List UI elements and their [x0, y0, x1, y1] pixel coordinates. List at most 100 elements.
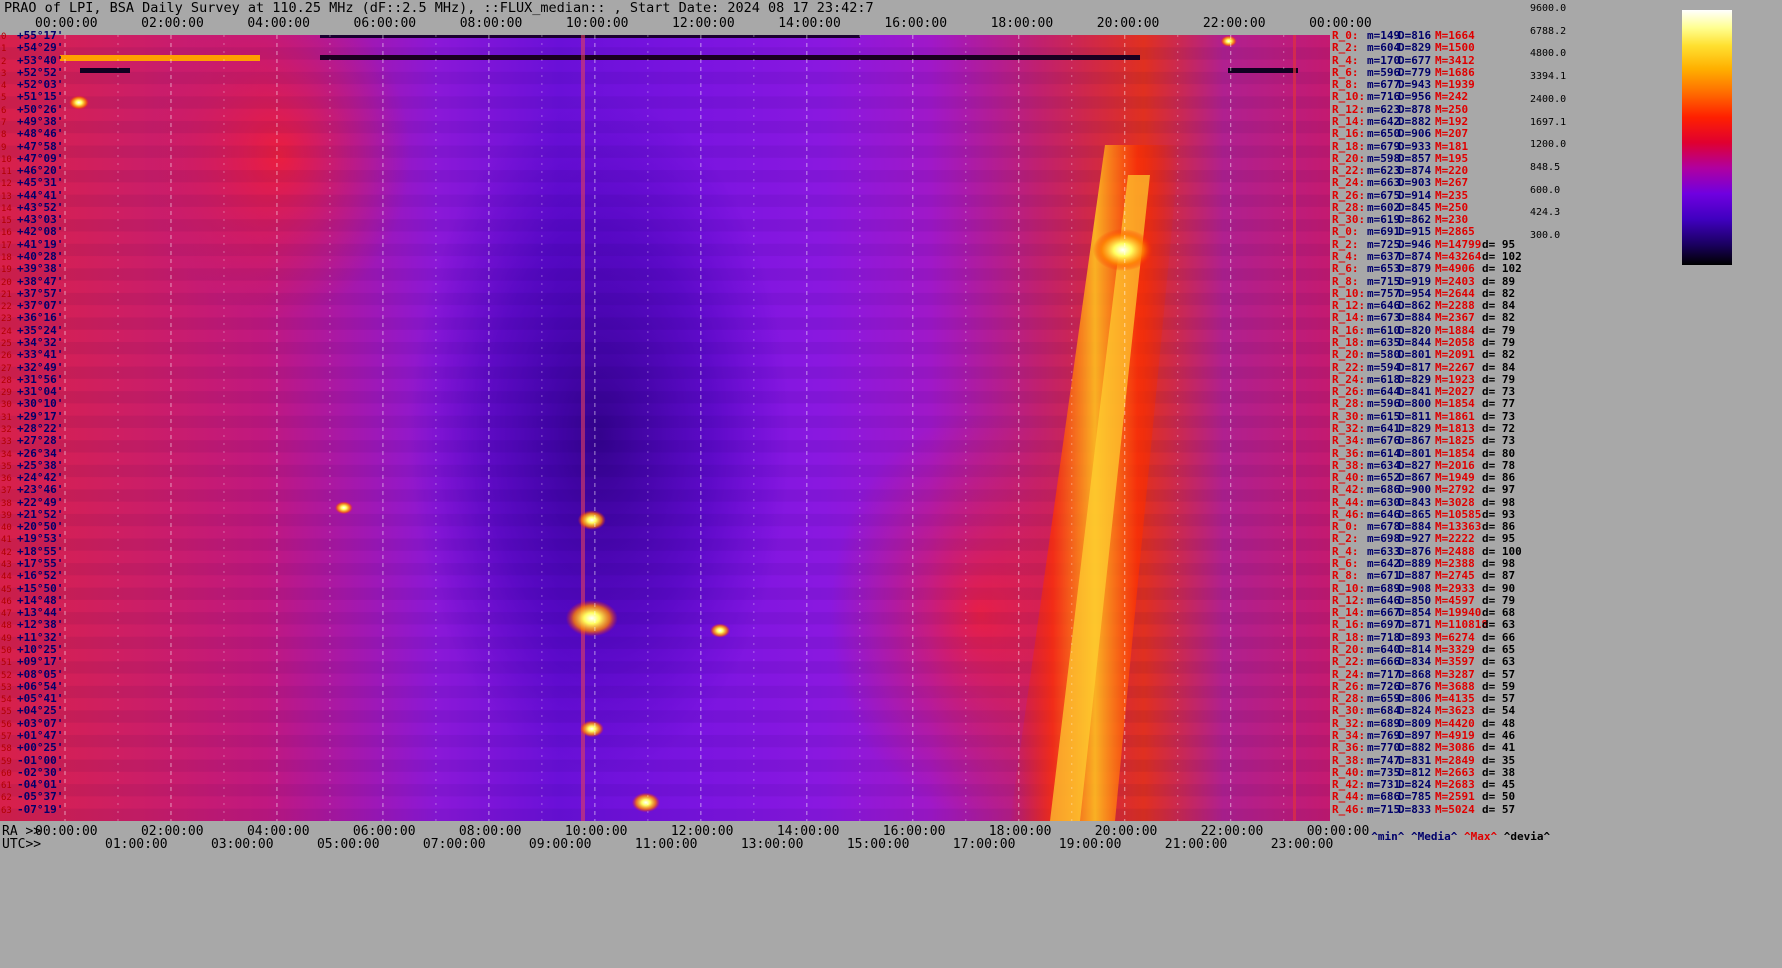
stat-max: M=3623 [1435, 704, 1475, 718]
stat-dev: d= 77 [1482, 397, 1516, 411]
bright-source [565, 600, 618, 637]
stat-beam-label: R_16: [1332, 323, 1366, 337]
colorbar-tick: 2400.0 [1530, 93, 1567, 105]
stat-dev: d= 73 [1482, 385, 1516, 399]
row-index: 17 [1, 240, 12, 251]
stat-min: m=610 [1367, 323, 1401, 337]
stat-max: M=1949 [1435, 471, 1475, 485]
declination-label: +31°56' [17, 372, 64, 386]
stat-beam-label: R_28: [1332, 200, 1366, 214]
stat-dev: d= 79 [1482, 593, 1516, 607]
row-index: 57 [1, 731, 12, 742]
declination-label: +44°41' [17, 188, 64, 202]
stat-max: M=110818 [1435, 618, 1488, 632]
stat-beam-label: R_38: [1332, 753, 1366, 767]
stat-median: D=844 [1398, 336, 1432, 349]
stat-median: D=850 [1398, 593, 1432, 607]
row-index: 33 [1, 437, 12, 448]
stat-dev: d= 59 [1482, 679, 1516, 693]
row-index: 36 [1, 474, 12, 485]
declination-label: +30°10' [17, 397, 64, 411]
row-index: 23 [1, 314, 12, 325]
stat-min: m=630 [1367, 495, 1401, 509]
stat-min: m=735 [1367, 765, 1401, 779]
declination-label: +55°17' [17, 29, 64, 42]
colorbar-tick: 3394.1 [1530, 71, 1567, 83]
row-index: 50 [1, 646, 12, 656]
stat-max: M=1813 [1435, 421, 1475, 435]
row-index: 1 [1, 44, 7, 55]
stat-beam-label: R_30: [1332, 213, 1366, 227]
declination-label: +06°54' [17, 679, 64, 693]
row-index: 26 [1, 351, 12, 362]
stat-max: M=4135 [1435, 692, 1475, 706]
stat-dev: d= 100 [1482, 544, 1522, 558]
stat-beam-label: R_0: [1332, 520, 1359, 534]
stat-min: m=747 [1367, 753, 1401, 767]
stat-beam-label: R_34: [1332, 728, 1366, 742]
declination-label: +09°17' [17, 655, 64, 669]
stat-median: D=956 [1398, 90, 1432, 104]
legend-median: ^Media^ [1411, 830, 1458, 843]
declination-label: +36°16' [17, 311, 64, 325]
row-index: 62 [1, 793, 12, 804]
stat-beam-label: R_8: [1332, 569, 1359, 583]
stat-dev: d= 48 [1482, 716, 1516, 730]
row-index: 13 [1, 191, 12, 202]
heatmap-plot[interactable] [0, 35, 1330, 821]
rfi-stripe-row-2 [320, 55, 1140, 60]
stat-dev: d= 102 [1482, 250, 1522, 264]
stat-median: D=824 [1398, 704, 1432, 718]
stat-dev: d= 82 [1482, 286, 1516, 300]
stat-dev: d= 98 [1482, 495, 1516, 509]
declination-label: +45°31' [17, 176, 64, 190]
stat-min: m=697 [1367, 618, 1401, 632]
row-index: 58 [1, 744, 12, 755]
utc-tick: 01:00:00 [105, 837, 168, 852]
declination-label: +43°03' [17, 213, 64, 227]
declination-label: -05°37' [17, 790, 64, 804]
stat-dev: d= 93 [1482, 507, 1516, 521]
stat-median: D=820 [1398, 323, 1432, 337]
utc-tick: 03:00:00 [210, 837, 274, 852]
declination-label: +28°22' [17, 421, 64, 435]
stat-dev: d= 66 [1482, 630, 1516, 644]
stat-min: m=635 [1367, 336, 1401, 349]
stat-median: D=800 [1398, 397, 1432, 411]
stat-dev: d= 97 [1482, 483, 1516, 497]
stat-beam-label: R_20: [1332, 348, 1366, 362]
ra-tick: 00:00:00 [35, 824, 98, 839]
stat-min: m=623 [1367, 164, 1401, 178]
colorbar-tick: 424.3 [1530, 207, 1561, 219]
beam-stripe [0, 96, 1330, 109]
stat-dev: d= 57 [1482, 692, 1516, 706]
stat-median: D=833 [1398, 802, 1432, 816]
stat-dev: d= 79 [1482, 323, 1516, 337]
stat-median: D=868 [1398, 667, 1432, 681]
declination-label: +15°50' [17, 581, 64, 595]
stat-beam-label: R_4: [1332, 250, 1359, 264]
row-index: 5 [1, 93, 7, 104]
declination-label: +50°26' [17, 102, 64, 116]
stat-min: m=596 [1367, 65, 1401, 79]
row-index: 53 [1, 682, 12, 693]
vertical-interference-line-2 [1293, 35, 1296, 821]
stat-median: D=829 [1398, 421, 1432, 435]
colorbar-tick: 600.0 [1530, 184, 1561, 196]
rfi-stripe-row-3-right [1228, 68, 1298, 73]
stat-min: m=698 [1367, 532, 1401, 546]
declination-label: +49°38' [17, 114, 64, 128]
stat-beam-label: R_10: [1332, 90, 1366, 104]
row-index: 24 [1, 326, 12, 337]
row-index: 22 [1, 302, 12, 313]
rfi-stripe-row-2-left [60, 55, 260, 61]
legend-dev: ^devia^ [1503, 830, 1551, 843]
stat-beam-label: R_44: [1332, 790, 1366, 804]
stat-median: D=812 [1398, 765, 1432, 779]
stat-median: D=857 [1398, 151, 1432, 165]
stat-max: M=207 [1435, 127, 1469, 141]
stat-median: D=878 [1398, 102, 1432, 116]
stat-min: m=673 [1367, 311, 1401, 325]
stat-median: D=876 [1398, 679, 1432, 693]
stat-median: D=827 [1398, 458, 1432, 472]
